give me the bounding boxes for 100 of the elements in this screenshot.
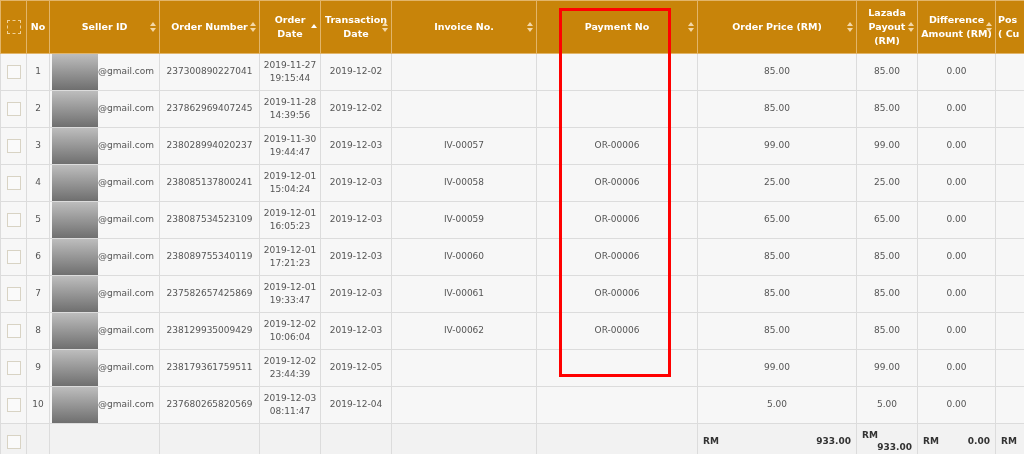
checkbox[interactable] — [6, 361, 21, 375]
checkbox[interactable] — [6, 139, 21, 153]
redaction-block — [52, 128, 98, 164]
table-cell: @gmail.com — [98, 213, 155, 227]
sort-icon[interactable] — [527, 22, 533, 32]
table-cell: 2019-12-03 — [329, 214, 383, 225]
table-cell: 3 — [35, 140, 41, 151]
table-cell: 1 — [35, 66, 41, 77]
table-cell: 0.00 — [946, 251, 967, 262]
table-cell: 2019-12-02 10:06:04 — [263, 318, 317, 342]
table-cell: OR-00006 — [594, 251, 640, 262]
currency-label: RM — [703, 436, 719, 448]
column-header[interactable]: No — [30, 20, 46, 34]
checkbox[interactable] — [6, 176, 21, 190]
currency-label: RM — [923, 436, 939, 448]
table-cell: 238087534523109 — [166, 214, 253, 225]
table-cell: 5.00 — [766, 399, 787, 410]
table-cell: 238089755340119 — [166, 251, 253, 262]
table-cell: 238129935009429 — [166, 325, 253, 336]
table-cell: 99.00 — [764, 362, 790, 373]
table-cell: 238028994020237 — [166, 140, 253, 151]
column-header[interactable]: Order Number — [171, 20, 248, 34]
table-cell: 65.00 — [764, 214, 790, 225]
column-header[interactable]: Order Price (RM) — [732, 20, 822, 34]
table-cell: @gmail.com — [98, 398, 155, 412]
column-header[interactable]: Invoice No. — [434, 20, 494, 34]
table-cell: IV-00061 — [443, 288, 485, 299]
table-cell: 238179361759511 — [166, 362, 253, 373]
sort-icon[interactable] — [908, 22, 914, 32]
table-cell: 2019-12-01 16:05:23 — [263, 207, 317, 231]
redaction-block — [52, 165, 98, 201]
table-cell: 2 — [35, 103, 41, 114]
total-amount: 0.00 — [967, 436, 990, 448]
table-cell: 85.00 — [764, 288, 790, 299]
table-cell: 7 — [35, 288, 41, 299]
redaction-block — [52, 239, 98, 275]
table-cell: IV-00058 — [443, 177, 485, 188]
table-cell: 85.00 — [874, 288, 900, 299]
redaction-block — [52, 91, 98, 127]
checkbox[interactable] — [6, 398, 21, 412]
table-cell: OR-00006 — [594, 325, 640, 336]
table-cell: 0.00 — [946, 399, 967, 410]
table-cell: 25.00 — [874, 177, 900, 188]
redaction-block — [52, 276, 98, 312]
checkbox[interactable] — [6, 20, 21, 34]
table-cell: 2019-12-03 — [329, 325, 383, 336]
table-cell: 2019-12-03 — [329, 177, 383, 188]
table-cell: 0.00 — [946, 103, 967, 114]
checkbox[interactable] — [6, 250, 21, 264]
sort-icon[interactable] — [986, 22, 992, 32]
table-cell: 2019-11-28 14:39:56 — [263, 96, 317, 120]
checkbox[interactable] — [6, 324, 21, 338]
table-cell: 0.00 — [946, 66, 967, 77]
table-cell: 2019-12-01 19:33:47 — [263, 281, 317, 305]
table-cell: IV-00059 — [443, 214, 485, 225]
table-cell: 2019-12-05 — [329, 362, 383, 373]
table-cell: 85.00 — [764, 103, 790, 114]
checkbox[interactable] — [6, 102, 21, 116]
table-cell: 2019-12-02 — [329, 103, 383, 114]
checkbox[interactable] — [6, 213, 21, 227]
table-cell: 99.00 — [874, 140, 900, 151]
sort-icon[interactable] — [847, 22, 853, 32]
table-cell: 2019-12-03 — [329, 140, 383, 151]
table-cell: 0.00 — [946, 140, 967, 151]
table-cell: 2019-12-04 — [329, 399, 383, 410]
column-header[interactable]: Seller ID — [81, 20, 128, 34]
sort-icon[interactable] — [688, 22, 694, 32]
checkbox[interactable] — [6, 65, 21, 79]
table-cell: 0.00 — [946, 177, 967, 188]
currency-label: RM — [862, 430, 878, 442]
table-cell: 2019-11-30 19:44:47 — [263, 133, 317, 157]
checkbox[interactable] — [6, 435, 21, 449]
table-cell: @gmail.com — [98, 324, 155, 338]
table-cell: IV-00060 — [443, 251, 485, 262]
column-header[interactable]: Payment No — [584, 20, 650, 34]
table-cell: 5 — [35, 214, 41, 225]
table-cell: 85.00 — [874, 325, 900, 336]
sort-icon[interactable] — [382, 22, 388, 32]
table-cell: 5.00 — [876, 399, 897, 410]
table-cell: OR-00006 — [594, 214, 640, 225]
table-cell: 2019-12-01 17:21:23 — [263, 244, 317, 268]
table-cell: 2019-12-02 — [329, 66, 383, 77]
currency-label: RM — [1001, 436, 1017, 448]
redaction-block — [52, 202, 98, 238]
table-cell: 9 — [35, 362, 41, 373]
sort-icon[interactable] — [250, 22, 256, 32]
table-cell: 0.00 — [946, 362, 967, 373]
checkbox[interactable] — [6, 287, 21, 301]
total-amount: 933.00 — [877, 442, 912, 454]
table-cell: 10 — [32, 399, 44, 410]
redaction-block — [52, 387, 98, 423]
table-cell: IV-00062 — [443, 325, 485, 336]
table-cell: @gmail.com — [98, 361, 155, 375]
table-cell: 2019-12-03 08:11:47 — [263, 392, 317, 416]
table-cell: 85.00 — [874, 66, 900, 77]
table-cell: @gmail.com — [98, 250, 155, 264]
table-cell: @gmail.com — [98, 102, 155, 116]
sort-icon[interactable] — [150, 22, 156, 32]
table-cell: 2019-12-02 23:44:39 — [263, 355, 317, 379]
redaction-block — [52, 313, 98, 349]
